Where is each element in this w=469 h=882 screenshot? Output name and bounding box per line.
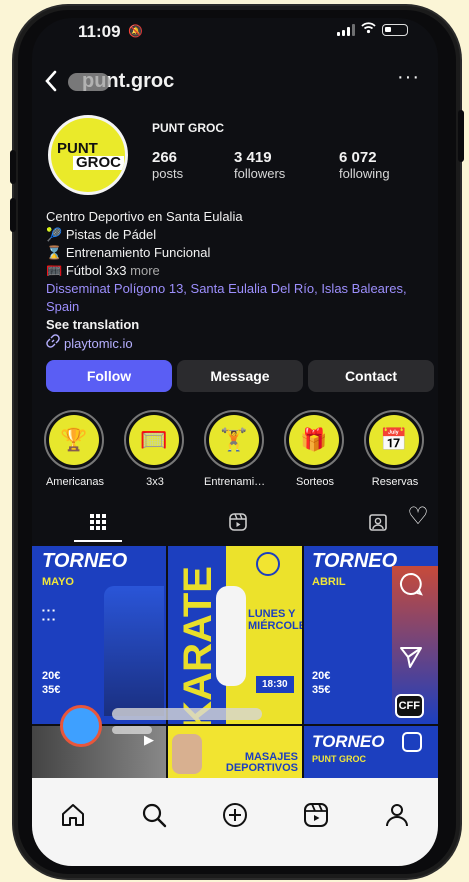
content-tabs: ♡ (32, 503, 438, 542)
signal-icon (337, 23, 355, 36)
kanji-badge (256, 552, 280, 576)
post-torneo-mayo[interactable]: TORNEO MAYO ▪ ▪ ▪ ▪ ▪ ▪ 20€ 35€ (32, 546, 166, 724)
goal-emoji-icon: 🥅 (46, 263, 63, 278)
highlight-americanas[interactable]: 🏆 Americanas (44, 410, 106, 488)
tagged-icon (368, 512, 388, 537)
tab-grid[interactable] (74, 506, 122, 542)
app-screen: 11:09 🔕 punt.groc ··· PUNT GROC PUNT GRO… (32, 18, 438, 866)
blurred-caption (112, 708, 262, 720)
volume-down-button (10, 198, 16, 232)
avatar-logo: PUNT GROC (57, 141, 124, 170)
bio-line: ⌛ Entrenamiento Funcional (46, 245, 211, 260)
volume-up-button (10, 150, 16, 184)
address-link[interactable]: Disseminat Polígono 13, Santa Eulalia De… (46, 280, 431, 316)
gift-icon: 🎁 (289, 415, 339, 465)
highlight-reservas[interactable]: 📅 Reservas (364, 410, 426, 488)
follow-button[interactable]: Follow (46, 360, 172, 392)
reels-icon (228, 512, 248, 537)
trophy-icon: 🏆 (49, 415, 99, 465)
link-icon (46, 334, 60, 353)
post-karate[interactable]: KARATE LUNES Y MIÉRCOLES 18:30 (168, 546, 302, 724)
tab-reels[interactable] (214, 506, 262, 542)
reel-indicator-icon: ▶ (144, 732, 154, 747)
followers-stat[interactable]: 3 419 followers (234, 149, 285, 181)
calendar-icon: 📅 (369, 415, 419, 465)
more-link[interactable]: more (130, 263, 160, 278)
create-post-icon[interactable] (215, 802, 255, 842)
active-tab-indicator (74, 540, 122, 542)
profile-handle: punt.groc (68, 70, 174, 93)
website-link[interactable]: playtomic.io (46, 334, 431, 353)
share-icon[interactable] (398, 644, 424, 677)
bio: Centro Deportivo en Santa Eulalia 🎾 Pist… (46, 208, 431, 353)
reels-nav-icon[interactable] (296, 802, 336, 842)
search-icon[interactable] (134, 802, 174, 842)
like-icon[interactable]: ♡ (398, 498, 438, 534)
player-photo (104, 586, 164, 716)
cff-badge: CFF (394, 694, 424, 718)
account-name: PUNT GROC (152, 121, 224, 135)
highlight-sorteos[interactable]: 🎁 Sorteos (284, 410, 346, 488)
profile-icon[interactable] (377, 802, 417, 842)
message-button[interactable]: Message (177, 360, 303, 392)
bio-line: 🎾 Pistas de Pádel (46, 227, 157, 242)
posts-stat[interactable]: 266 posts (152, 149, 183, 181)
status-time: 11:09 (78, 22, 121, 41)
mute-icon: 🔕 (128, 24, 143, 38)
home-icon[interactable] (53, 802, 93, 842)
comment-icon[interactable] (398, 571, 424, 604)
handle-blur (68, 72, 110, 91)
uploader-avatar[interactable] (60, 705, 102, 747)
battery-icon (382, 23, 408, 36)
power-button (458, 110, 464, 162)
grid-icon (89, 513, 107, 536)
bio-line: Centro Deportivo en Santa Eulalia (46, 209, 243, 224)
bottom-navigation (32, 778, 438, 866)
karateka-figure (216, 586, 246, 686)
goal-icon: 🥅 (129, 415, 179, 465)
wifi-icon (361, 22, 376, 37)
audio-icon[interactable] (400, 730, 424, 761)
post-masajes[interactable]: MASAJES DEPORTIVOS (168, 726, 302, 778)
see-translation-link[interactable]: See translation (46, 316, 431, 334)
status-icons (337, 22, 408, 37)
hourglass-icon: ⌛ (46, 245, 63, 260)
dumbbell-icon: 🏋 (209, 415, 259, 465)
bio-line: 🥅 Fútbol 3x3 more (46, 263, 160, 278)
highlight-3x3[interactable]: 🥅 3x3 (124, 410, 186, 488)
avatar[interactable]: PUNT GROC (48, 115, 128, 195)
tennis-ball-icon: 🎾 (46, 227, 63, 242)
following-stat[interactable]: 6 072 following (339, 149, 390, 181)
back-icon[interactable] (44, 70, 58, 99)
more-options-icon[interactable]: ··· (397, 66, 420, 89)
blurred-caption-2 (112, 726, 152, 734)
action-buttons: Follow Message Contact (46, 360, 434, 392)
highlight-entrenamiento[interactable]: 🏋 Entrenamie... (204, 410, 266, 488)
tab-tagged[interactable] (354, 506, 402, 542)
contact-button[interactable]: Contact (308, 360, 434, 392)
